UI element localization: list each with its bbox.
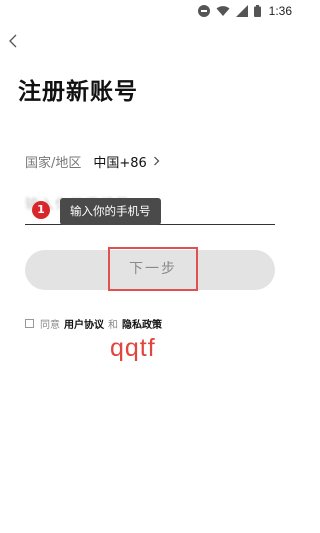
region-selector[interactable]: 国家/地区 中国+86 (25, 151, 160, 171)
page-title: 注册新账号 (18, 79, 138, 105)
validation-tooltip: 输入你的手机号 (60, 198, 161, 225)
privacy-policy-link[interactable]: 隐私政策 (122, 316, 162, 331)
next-button-label[interactable]: 下一步 (108, 247, 198, 291)
battery-icon (253, 5, 261, 17)
region-label: 国家/地区 (25, 155, 82, 171)
error-badge: 1 (32, 201, 50, 219)
agree-checkbox[interactable] (25, 318, 34, 328)
agree-and: 和 (108, 319, 118, 331)
user-agreement-link[interactable]: 用户协议 (64, 316, 104, 331)
status-bar: 1:36 (0, 0, 300, 22)
signal-icon (235, 5, 248, 17)
status-time: 1:36 (268, 4, 292, 18)
do-not-disturb-icon (197, 5, 210, 17)
agreement-row: 同意 用户协议 和 隐私政策 (25, 316, 166, 331)
status-icons: 1:36 (197, 3, 292, 19)
chevron-left-icon[interactable] (7, 34, 19, 48)
chevron-right-icon (153, 156, 160, 166)
wifi-icon (216, 6, 230, 16)
agree-prefix: 同意 (40, 319, 60, 331)
region-value[interactable]: 中国+86 (93, 152, 146, 171)
annotation-text: qqtf (110, 334, 156, 362)
